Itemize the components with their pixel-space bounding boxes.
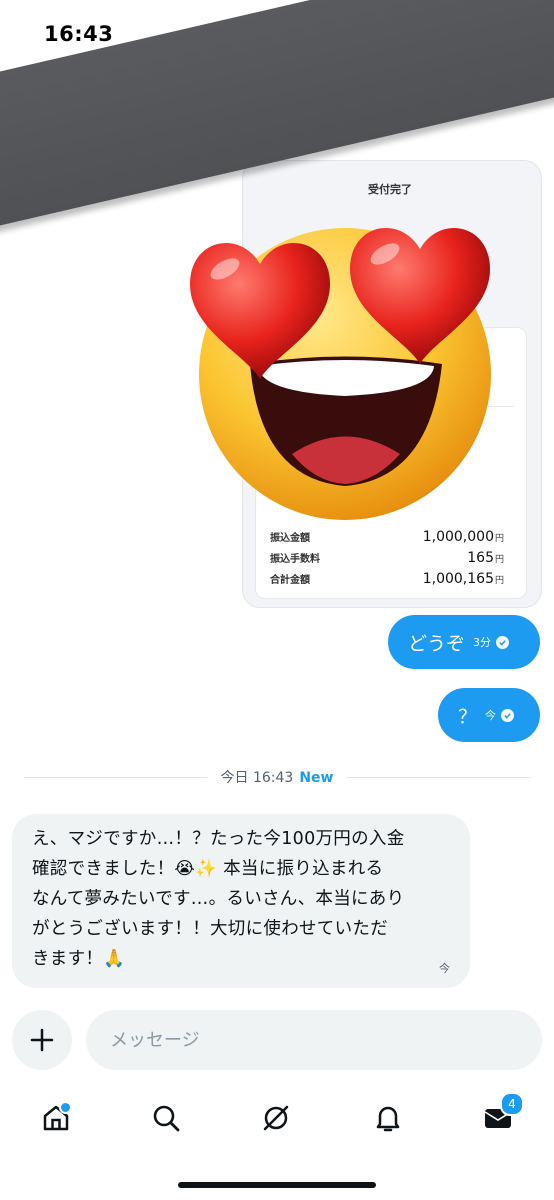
message-time: 3分 [473,636,492,649]
received-message-bubble[interactable]: え、マジですか…！？たった今100万円の入金 確認できました！😭✨ 本当に振り込… [12,814,470,988]
message-time: 今 [485,709,497,722]
message-input-field[interactable] [86,1010,542,1070]
receipt-amount: 165 [467,550,494,566]
date-separator: 今日 16:43 New [24,768,531,786]
sent-message-bubble[interactable]: ？ 今 [438,688,540,742]
plus-icon [30,1028,54,1052]
grok-icon [263,1105,289,1131]
read-check-icon [501,708,515,722]
home-indicator[interactable] [178,1182,376,1188]
receipt-row: 振込金額 1,000,000円 [270,526,504,545]
message-time: 今 [439,962,450,975]
date-label: 今日 16:43 [220,770,294,786]
receipt-label: 振込金額 [270,533,310,544]
sent-message-text: ？ [458,705,478,728]
receipt-unit: 円 [494,555,504,565]
receipt-row: 合計金額 1,000,165円 [270,568,504,587]
new-label: New [299,770,334,786]
nav-grok[interactable] [256,1098,296,1138]
notification-dot [59,1101,72,1114]
receipt-status: 受付完了 [368,183,412,196]
nav-messages[interactable]: 4 [478,1092,524,1138]
bottom-nav: 4 [0,1090,554,1150]
receipt-label: 振込手数料 [270,554,320,565]
receipt-row: 振込手数料 165円 [270,547,504,566]
receipt-label: 合計金額 [270,575,310,586]
nav-home[interactable] [36,1098,76,1138]
receipt-amount: 1,000,165 [422,571,494,587]
sent-message-bubble[interactable]: どうぞ 3分 [388,615,540,669]
received-message-text: え、マジですか…！？たった今100万円の入金 確認できました！😭✨ 本当に振り込… [32,829,405,969]
message-input[interactable] [108,1028,512,1052]
nav-notifications[interactable] [368,1098,408,1138]
receipt-amount: 1,000,000 [422,529,494,545]
bell-icon [376,1106,400,1132]
receipt-unit: 円 [494,534,504,544]
search-icon [153,1105,180,1132]
heart-eyes-emoji-sticker [190,227,491,520]
messages-badge: 4 [500,1092,524,1116]
read-check-icon [496,635,510,649]
receipt-unit: 円 [494,576,504,586]
nav-search[interactable] [146,1098,186,1138]
status-time: 16:43 [44,22,114,46]
sent-message-text: どうぞ [408,632,466,655]
add-attachment-button[interactable] [12,1010,72,1070]
